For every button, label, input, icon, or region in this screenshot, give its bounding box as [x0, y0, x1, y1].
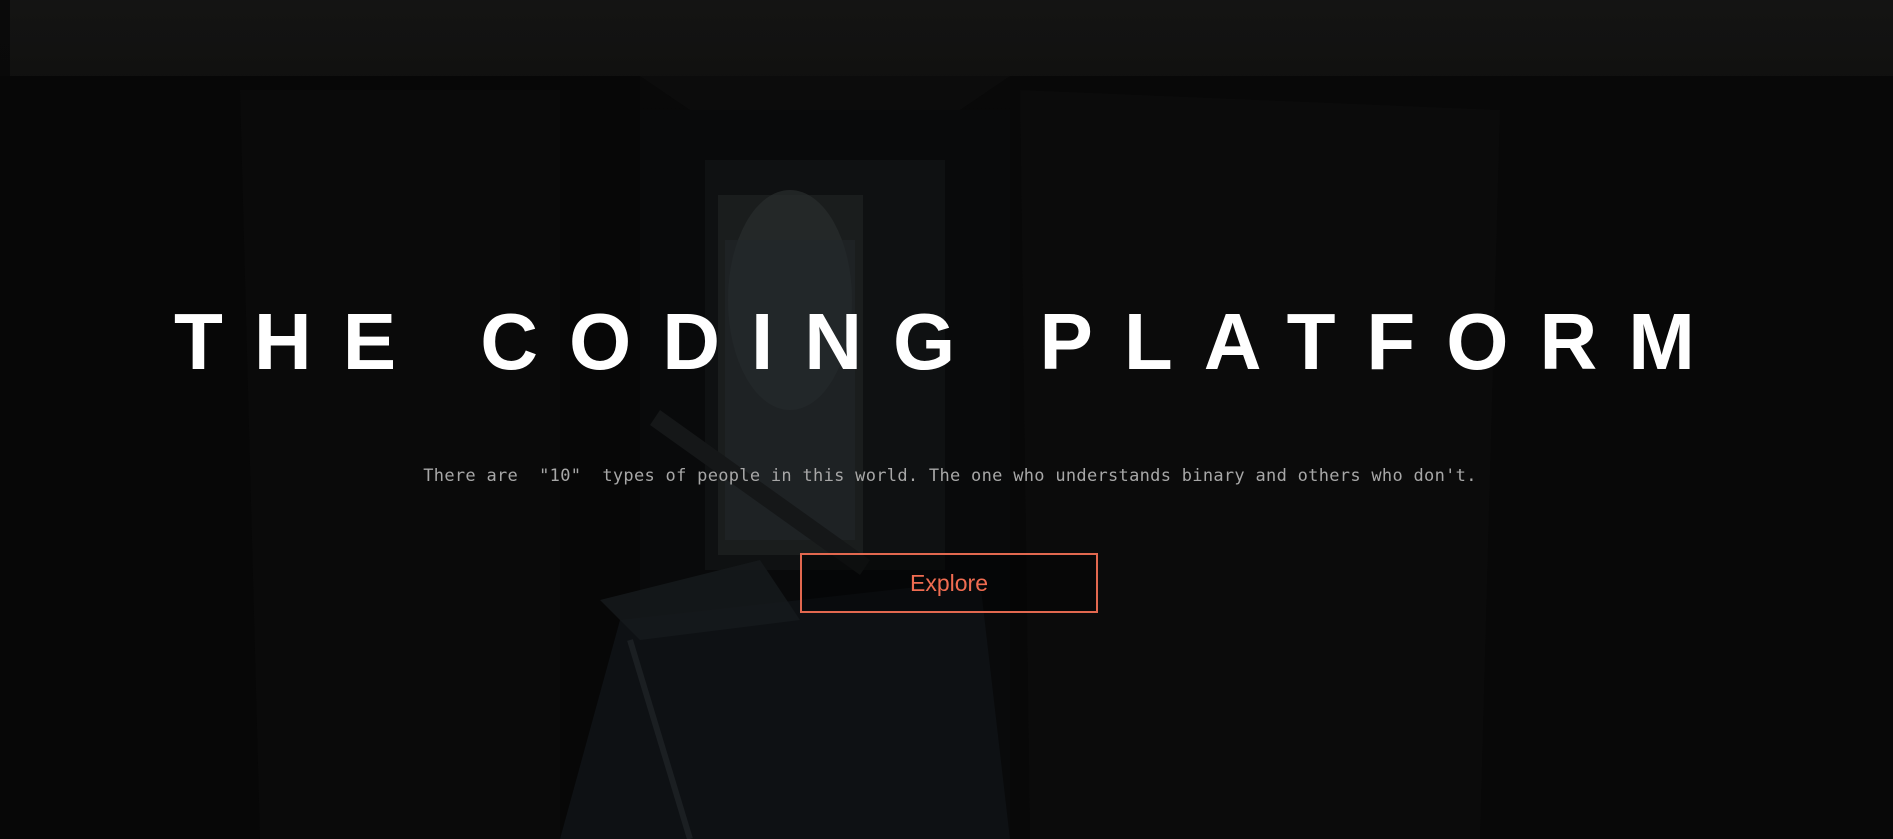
hero-tagline: There are "10" types of people in this w…	[423, 466, 1477, 486]
explore-button[interactable]: Explore	[800, 553, 1098, 613]
hero-section: THE CODING PLATFORM There are "10" types…	[0, 0, 1893, 839]
hero-content: THE CODING PLATFORM There are "10" types…	[0, 0, 1893, 839]
page-title: THE CODING PLATFORM	[174, 297, 1726, 386]
